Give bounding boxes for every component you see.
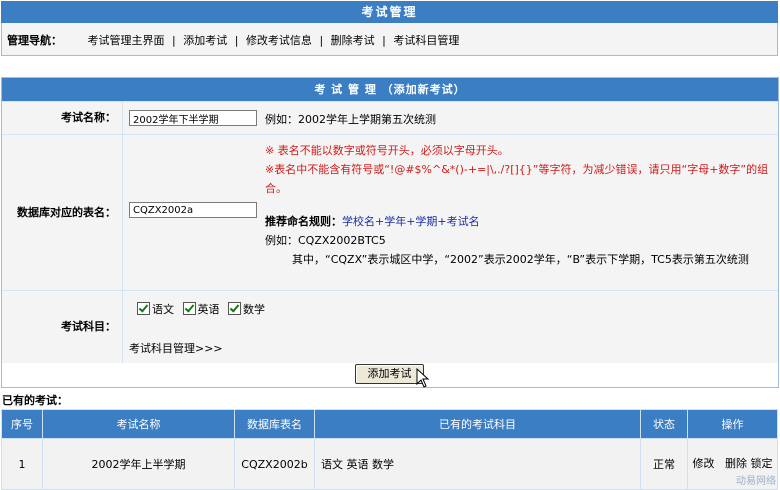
- table-name-explain: 其中，“CQZX”表示城区中学，“2002”表示2002学年，“B”表示下学期，…: [292, 253, 749, 266]
- row-exam-name: 2002学年上半学期: [42, 438, 235, 490]
- watermark: 动易网络: [736, 476, 776, 487]
- col-status: 状态: [640, 409, 688, 439]
- table-name-help: ※ 表名不能以数字或符号开头，必须以字母开头。 ※表名中不能含有符号或“!@#$…: [265, 141, 770, 269]
- form-title: 考 试 管 理 （添加新考试）: [2, 78, 778, 101]
- subject-option-math[interactable]: 数学: [228, 302, 265, 316]
- subject-option-chinese[interactable]: 语文: [137, 302, 174, 316]
- subject-option-english[interactable]: 英语: [182, 302, 220, 316]
- edit-exam-link[interactable]: 修改: [693, 457, 715, 470]
- col-table-name: 数据库表名: [234, 409, 315, 439]
- naming-rule-value: 学校名+学年+学期+考试名: [342, 215, 480, 228]
- checkbox-checked-icon[interactable]: [182, 302, 196, 315]
- col-exam-name: 考试名称: [42, 409, 235, 439]
- mouse-cursor-icon: [416, 368, 430, 388]
- nav-link-delete-exam[interactable]: 删除考试: [331, 34, 375, 47]
- nav-link-edit-exam[interactable]: 修改考试信息: [246, 34, 312, 47]
- rule-note-forbidden-chars: ※表名中不能含有符号或“!@#$%^&*()-+=|\,./?[]{}”等字符，…: [265, 163, 769, 195]
- subjects-cell: 语文 英语 数学 考试科目管理>>>: [124, 291, 778, 363]
- add-exam-form: 考 试 管 理 （添加新考试） 考试名称： 例如：2002学年上学期第五次统测 …: [1, 77, 779, 388]
- exam-name-row: 考试名称： 例如：2002学年上学期第五次统测: [2, 101, 778, 134]
- subject-option-label: 数学: [243, 303, 265, 316]
- naming-rule: 推荐命名规则：学校名+学年+学期+考试名: [265, 212, 770, 231]
- exam-name-label: 考试名称：: [2, 102, 123, 134]
- col-subjects: 已有的考试科目: [314, 409, 641, 439]
- table-name-label: 数据库对应的表名：: [2, 135, 123, 290]
- col-actions: 操作: [687, 409, 778, 439]
- rule-note-start-letter: ※ 表名不能以数字或符号开头，必须以字母开头。: [265, 144, 509, 157]
- subjects-row: 考试科目： 语文 英语 数学 考试科目管理>>>: [2, 290, 778, 363]
- nav-separator: |: [319, 34, 324, 47]
- nav-link-add-exam[interactable]: 添加考试: [183, 34, 227, 47]
- exam-name-example: 例如：2002学年上学期第五次统测: [265, 113, 436, 126]
- row-index: 1: [1, 438, 43, 490]
- nav-separator: |: [382, 34, 386, 47]
- lock-exam-link[interactable]: 锁定: [751, 457, 773, 470]
- checkbox-checked-icon[interactable]: [228, 302, 241, 315]
- subject-checkboxes: 语文 英语 数学: [137, 301, 265, 317]
- subjects-label: 考试科目：: [2, 291, 123, 363]
- nav-links: 管理导航： 考试管理主界面 | 添加考试 | 修改考试信息 | 删除考试 | 考…: [7, 32, 459, 48]
- table-name-input[interactable]: [129, 202, 257, 218]
- checkbox-checked-icon[interactable]: [137, 302, 150, 315]
- add-exam-button[interactable]: 添加考试: [355, 364, 424, 384]
- nav-bar: 管理导航： 考试管理主界面 | 添加考试 | 修改考试信息 | 删除考试 | 考…: [1, 23, 778, 56]
- subject-manage-link[interactable]: 考试科目管理>>>: [129, 340, 223, 356]
- naming-rule-label: 推荐命名规则：: [265, 215, 342, 228]
- page-header: 考试管理: [1, 1, 778, 24]
- existing-exams-table: 序号 考试名称 数据库表名 已有的考试科目 状态 操作 1 2002学年上半学期…: [1, 409, 778, 490]
- nav-link-subject-manage[interactable]: 考试科目管理: [393, 34, 459, 47]
- exam-name-cell: 例如：2002学年上学期第五次统测: [124, 102, 778, 134]
- table-name-example: 例如：CQZX2002BTC5: [265, 234, 386, 247]
- subject-option-label: 英语: [197, 303, 220, 316]
- row-status: 正常: [640, 438, 688, 490]
- existing-exams-label: 已有的考试：: [2, 394, 68, 407]
- delete-exam-link[interactable]: 删除: [725, 457, 747, 470]
- nav-separator: |: [234, 34, 239, 47]
- table-header-row: 序号 考试名称 数据库表名 已有的考试科目 状态 操作: [1, 409, 778, 439]
- table-name-row: 数据库对应的表名： ※ 表名不能以数字或符号开头，必须以字母开头。 ※表名中不能…: [2, 134, 778, 290]
- nav-separator: |: [172, 34, 176, 47]
- table-row: 1 2002学年上半学期 CQZX2002b 语文 英语 数学 正常 修改 删除…: [1, 438, 778, 490]
- nav-link-main[interactable]: 考试管理主界面: [88, 34, 165, 47]
- subject-option-label: 语文: [152, 303, 174, 316]
- table-name-cell: ※ 表名不能以数字或符号开头，必须以字母开头。 ※表名中不能含有符号或“!@#$…: [124, 135, 778, 290]
- nav-label: 管理导航：: [7, 34, 62, 47]
- row-table-name: CQZX2002b: [234, 438, 315, 490]
- exam-name-input[interactable]: [129, 110, 257, 126]
- col-index: 序号: [1, 409, 43, 439]
- row-subjects: 语文 英语 数学: [314, 438, 641, 490]
